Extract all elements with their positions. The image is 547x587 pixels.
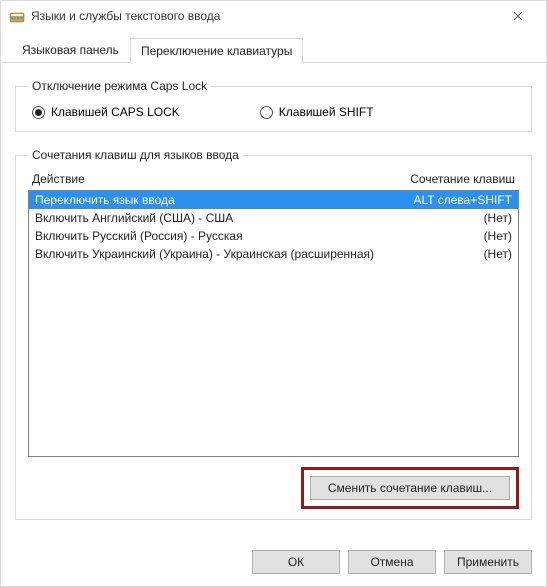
list-item-combo: (Нет) (392, 247, 512, 261)
dialog-window: Языки и службы текстового ввода Языковая… (0, 0, 547, 587)
tab-keyboard-switching[interactable]: Переключение клавиатуры (130, 38, 303, 63)
app-icon (9, 8, 25, 24)
list-item-combo: (Нет) (392, 229, 512, 243)
change-button-wrap: Сменить сочетание клавиш... (28, 467, 519, 509)
radio-capslock[interactable]: Клавишей CAPS LOCK (32, 105, 180, 119)
list-item-action: Включить Украинский (Украина) - Украинск… (35, 247, 392, 261)
list-item[interactable]: Включить Украинский (Украина) - Украинск… (29, 245, 518, 263)
list-item-action: Включить Русский (Россия) - Русская (35, 229, 392, 243)
radio-empty-icon (260, 106, 273, 119)
titlebar: Языки и службы текстового ввода (1, 1, 546, 31)
list-item-action: Включить Английский (США) - США (35, 211, 392, 225)
list-header-row: Действие Сочетание клавиш (28, 170, 519, 190)
radio-shift-label: Клавишей SHIFT (279, 105, 374, 119)
highlight-box: Сменить сочетание клавиш... (301, 467, 519, 509)
close-button[interactable] (498, 2, 538, 30)
header-action: Действие (32, 172, 410, 186)
header-combo: Сочетание клавиш (410, 172, 515, 186)
hotkeys-group: Сочетания клавиш для языков ввода Действ… (15, 148, 532, 520)
apply-button[interactable]: Применить (444, 550, 532, 574)
radio-capslock-label: Клавишей CAPS LOCK (51, 105, 180, 119)
change-hotkey-button[interactable]: Сменить сочетание клавиш... (310, 476, 510, 500)
list-item-combo: (Нет) (392, 211, 512, 225)
tab-language-panel[interactable]: Языковая панель (11, 37, 130, 62)
radio-shift[interactable]: Клавишей SHIFT (260, 105, 374, 119)
tab-content: Отключение режима Caps Lock Клавишей CAP… (1, 63, 546, 540)
capslock-options: Клавишей CAPS LOCK Клавишей SHIFT (28, 101, 519, 121)
cancel-button[interactable]: Отмена (348, 550, 436, 574)
hotkeys-listbox[interactable]: Переключить язык ввода ALT слева+SHIFT В… (28, 190, 519, 457)
capslock-legend: Отключение режима Caps Lock (28, 79, 211, 93)
titlebar-title: Языки и службы текстового ввода (31, 9, 498, 23)
hotkeys-legend: Сочетания клавиш для языков ввода (28, 148, 243, 162)
list-item[interactable]: Переключить язык ввода ALT слева+SHIFT (29, 191, 518, 209)
list-item[interactable]: Включить Русский (Россия) - Русская (Нет… (29, 227, 518, 245)
list-item-action: Переключить язык ввода (35, 193, 392, 207)
list-item[interactable]: Включить Английский (США) - США (Нет) (29, 209, 518, 227)
ok-button[interactable]: ОК (252, 550, 340, 574)
tabbar: Языковая панель Переключение клавиатуры (1, 31, 546, 63)
dialog-footer: ОК Отмена Применить (1, 540, 546, 586)
list-item-combo: ALT слева+SHIFT (392, 193, 512, 207)
radio-dot-icon (32, 106, 45, 119)
capslock-group: Отключение режима Caps Lock Клавишей CAP… (15, 79, 532, 132)
hotkeys-content: Действие Сочетание клавиш Переключить яз… (28, 170, 519, 509)
